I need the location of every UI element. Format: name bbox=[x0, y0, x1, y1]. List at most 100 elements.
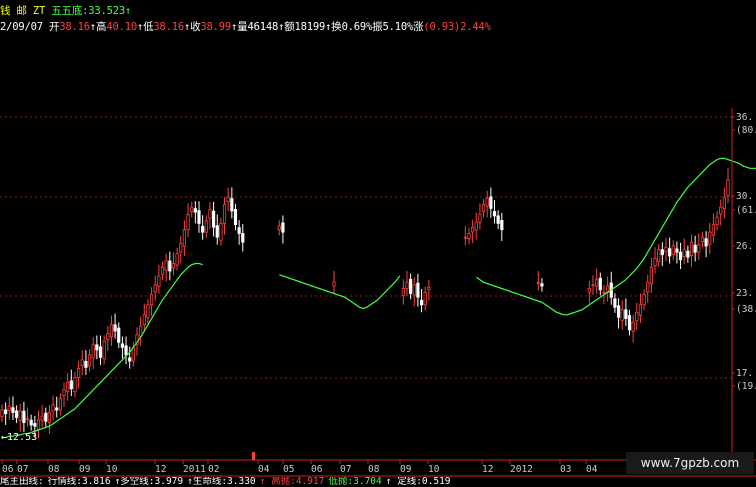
candle-body-2 bbox=[7, 405, 11, 412]
candle-body-91 bbox=[332, 281, 336, 287]
candle-body-3 bbox=[11, 407, 15, 413]
candle-body-50 bbox=[182, 229, 187, 247]
candle-body-184 bbox=[671, 245, 675, 255]
candle-body-21 bbox=[77, 368, 81, 378]
candle-body-194 bbox=[708, 231, 712, 245]
candle-body-113 bbox=[412, 284, 416, 296]
candle-body-42 bbox=[153, 284, 157, 293]
x-tick-label-7: 02 bbox=[208, 464, 219, 475]
candle-body-191 bbox=[697, 244, 701, 253]
candle-body-132 bbox=[481, 204, 486, 213]
footer-item-1: 行情线:3.816 bbox=[47, 477, 111, 487]
candles-layer bbox=[0, 168, 730, 439]
candle-body-15 bbox=[55, 407, 59, 411]
candle-body-177 bbox=[646, 281, 650, 293]
indicator-footer: 尾主田线: 行情线:3.816 ↑多空线:3.979 ↑生命线:3.330 ↑ 高抛:4… bbox=[0, 477, 756, 487]
candle-body-168 bbox=[613, 298, 617, 308]
x-tick-label-14: 10 bbox=[428, 464, 440, 475]
x-tick-label-5: 12 bbox=[155, 464, 166, 475]
candle-body-29 bbox=[106, 333, 110, 340]
y-tick-label-3: (61.8 bbox=[736, 205, 756, 216]
candle-body-53 bbox=[193, 208, 197, 213]
candle-body-25 bbox=[91, 344, 95, 359]
candle-body-13 bbox=[47, 412, 52, 424]
x-tick-label-17: 03 bbox=[560, 464, 571, 475]
candle-body-12 bbox=[44, 412, 48, 422]
candle-body-180 bbox=[657, 249, 661, 262]
candle-body-65 bbox=[237, 227, 241, 234]
candle-body-188 bbox=[686, 250, 690, 258]
footer-item-3: ↑生命线:3.330 bbox=[187, 477, 256, 487]
candle-body-161 bbox=[587, 288, 591, 293]
candle-body-170 bbox=[620, 309, 624, 321]
candle-body-175 bbox=[638, 304, 643, 316]
y-tick-label-2: 30. bbox=[736, 191, 753, 202]
y-tick-label-5: 23. bbox=[736, 288, 753, 299]
candle-body-9 bbox=[33, 423, 37, 427]
x-tick-label-9: 05 bbox=[283, 464, 294, 475]
candle-body-162 bbox=[591, 284, 595, 287]
x-tick-label-2: 08 bbox=[48, 464, 60, 475]
x-tick-label-3: 09 bbox=[79, 464, 91, 475]
candle-body-51 bbox=[186, 214, 190, 231]
candle-body-196 bbox=[715, 216, 719, 226]
axes-layer bbox=[0, 108, 756, 477]
candle-body-52 bbox=[190, 206, 194, 213]
y-tick-label-1: (80.9 bbox=[736, 125, 756, 136]
candle-body-44 bbox=[160, 266, 165, 275]
candle-body-115 bbox=[419, 299, 424, 306]
ma-line-segment-2 bbox=[475, 157, 756, 316]
candle-body-24 bbox=[87, 354, 92, 367]
candle-body-59 bbox=[215, 225, 219, 238]
candle-body-11 bbox=[40, 415, 44, 421]
candle-body-135 bbox=[492, 210, 497, 217]
candle-body-131 bbox=[478, 214, 482, 223]
candle-body-28 bbox=[102, 340, 106, 360]
candle-body-112 bbox=[409, 278, 413, 294]
x-tick-label-18: 04 bbox=[586, 464, 598, 475]
candle-body-39 bbox=[142, 314, 146, 325]
candle-body-195 bbox=[711, 224, 716, 236]
candle-body-7 bbox=[25, 418, 30, 421]
candle-body-197 bbox=[719, 206, 723, 215]
event-marker bbox=[252, 452, 255, 460]
candle-body-147 bbox=[536, 281, 540, 284]
candle-body-172 bbox=[627, 315, 632, 331]
y-tick-label-4: 26. bbox=[736, 241, 753, 252]
chart-grid bbox=[0, 116, 732, 379]
candle-body-49 bbox=[179, 243, 183, 253]
footer-item-4: ↑ 高抛:4.917 bbox=[259, 477, 325, 487]
candle-body-137 bbox=[500, 220, 504, 231]
watermark: www.7gpzb.com bbox=[626, 452, 754, 474]
candle-body-114 bbox=[416, 282, 420, 298]
candle-body-110 bbox=[401, 288, 405, 296]
candle-body-117 bbox=[427, 286, 431, 290]
candle-body-34 bbox=[124, 345, 128, 356]
candle-body-48 bbox=[175, 253, 179, 266]
candle-body-163 bbox=[595, 279, 599, 287]
candlestick-chart: 36.(80.930.(61.826.23.(38.217.(19.1 0607… bbox=[0, 108, 756, 477]
candle-body-33 bbox=[120, 343, 124, 348]
candle-body-169 bbox=[616, 305, 621, 318]
x-tick-label-13: 09 bbox=[400, 464, 412, 475]
footer-item-5: 低抛:3.704 bbox=[328, 477, 382, 487]
low-price-annotation: ←12.53 bbox=[1, 432, 37, 443]
candle-body-76 bbox=[277, 225, 281, 231]
candle-body-77 bbox=[281, 222, 285, 233]
candle-body-130 bbox=[474, 221, 478, 231]
x-tick-label-4: 10 bbox=[106, 464, 118, 475]
candle-body-66 bbox=[241, 233, 245, 243]
candle-body-58 bbox=[211, 210, 216, 228]
y-tick-label-7: 17. bbox=[736, 368, 753, 379]
candle-body-30 bbox=[109, 324, 114, 337]
candle-body-165 bbox=[602, 291, 606, 294]
candle-body-129 bbox=[471, 226, 475, 233]
candle-body-54 bbox=[197, 210, 201, 224]
candle-body-0 bbox=[0, 409, 4, 418]
footer-item-0: 尾主田线: bbox=[0, 477, 44, 487]
candle-body-111 bbox=[405, 281, 409, 289]
candle-body-174 bbox=[635, 311, 639, 322]
candle-body-134 bbox=[489, 196, 493, 209]
candle-body-182 bbox=[664, 246, 668, 253]
candle-body-186 bbox=[678, 251, 683, 261]
